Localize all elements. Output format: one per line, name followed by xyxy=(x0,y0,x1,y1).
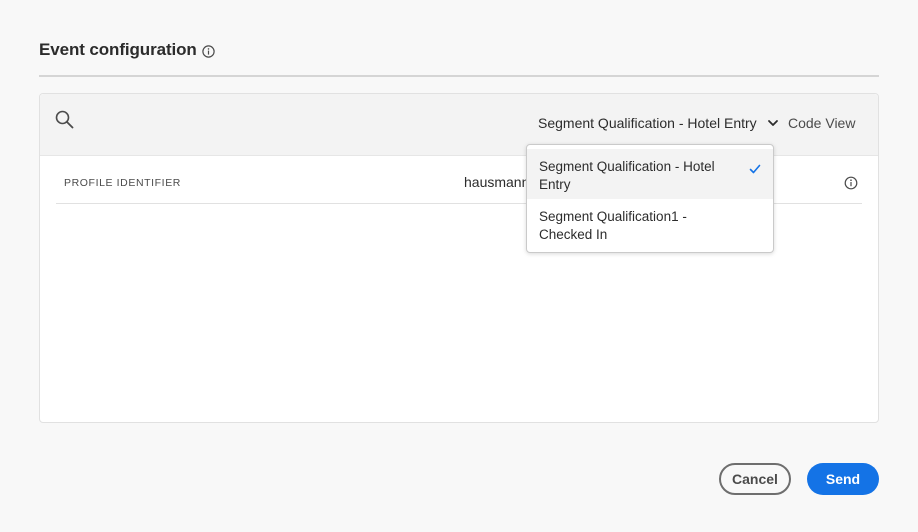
event-panel: Segment Qualification - Hotel Entry Code… xyxy=(39,93,879,423)
chevron-down-icon xyxy=(767,117,779,129)
event-type-picker-value: Segment Qualification - Hotel Entry xyxy=(538,115,757,131)
dialog-header: Event configuration xyxy=(39,40,879,77)
dialog-title: Event configuration xyxy=(39,40,197,59)
profile-identifier-label: PROFILE IDENTIFIER xyxy=(64,177,181,189)
dropdown-option-label: Segment Qualification - Hotel Entry xyxy=(539,159,715,192)
checkmark-icon xyxy=(749,162,761,174)
code-view-button[interactable]: Code View xyxy=(788,115,855,131)
dropdown-option-hotel-entry[interactable]: Segment Qualification - Hotel Entry xyxy=(527,149,773,199)
event-type-picker[interactable]: Segment Qualification - Hotel Entry xyxy=(538,112,779,134)
profile-identifier-value[interactable]: hausmann- xyxy=(464,174,534,190)
info-icon[interactable] xyxy=(202,45,215,58)
event-configuration-dialog: Event configuration Segment Qualificatio… xyxy=(0,0,918,532)
dropdown-option-label: Segment Qualification1 - Checked In xyxy=(539,209,687,242)
info-icon[interactable] xyxy=(844,176,858,190)
cancel-button[interactable]: Cancel xyxy=(719,463,791,495)
event-type-dropdown-menu: Segment Qualification - Hotel Entry Segm… xyxy=(526,144,774,253)
dropdown-option-checked-in[interactable]: Segment Qualification1 - Checked In xyxy=(527,199,773,249)
search-icon[interactable] xyxy=(54,109,76,131)
send-button[interactable]: Send xyxy=(807,463,879,495)
